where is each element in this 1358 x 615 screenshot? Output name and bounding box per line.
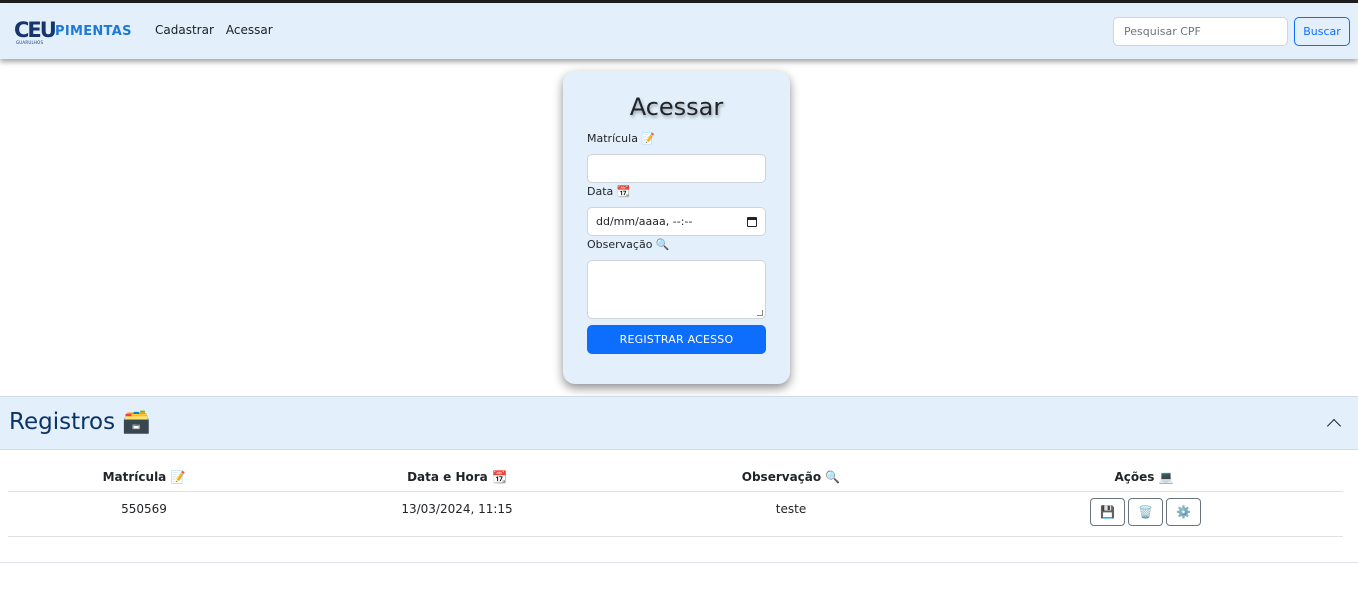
column-header-observacao: Observação 🔍 <box>741 470 841 484</box>
nav-link-acessar[interactable]: Acessar <box>226 23 273 37</box>
observacao-label: Observação 🔍 <box>587 238 670 251</box>
table-header: Matrícula 📝 Data e Hora 📆 Observação 🔍 A… <box>8 460 1343 492</box>
data-datetime-input[interactable]: dd/mm/aaaa, --:-- <box>587 207 766 236</box>
registros-accordion-header[interactable]: Registros 🗃️ <box>0 396 1358 450</box>
settings-button[interactable]: ⚙️ <box>1166 498 1201 526</box>
cell-matricula: 550569 <box>121 502 167 516</box>
column-header-matricula: Matrícula 📝 <box>102 470 186 484</box>
form-title: Acessar <box>629 93 724 121</box>
column-header-data-hora: Data e Hora 📆 <box>407 470 507 484</box>
trash-icon: 🗑️ <box>1138 505 1153 519</box>
registros-table: Matrícula 📝 Data e Hora 📆 Observação 🔍 A… <box>8 460 1343 537</box>
matricula-input[interactable] <box>587 154 766 183</box>
search-button[interactable]: Buscar <box>1294 17 1350 46</box>
resize-grip-icon[interactable] <box>757 310 763 316</box>
cell-observacao: teste <box>775 502 807 516</box>
logo-word: PIMENTAS <box>55 24 132 39</box>
access-form-card: Acessar Matrícula 📝 Data 📆 dd/mm/aaaa, -… <box>563 71 790 384</box>
delete-button[interactable]: 🗑️ <box>1128 498 1163 526</box>
data-label: Data 📆 <box>587 185 631 198</box>
logo-mark: CEU <box>14 18 57 42</box>
matricula-label: Matrícula 📝 <box>587 132 656 145</box>
logo[interactable]: CEU PIMENTAS GUARULHOS <box>14 18 131 45</box>
row-actions: 💾 🗑️ ⚙️ <box>1090 498 1201 526</box>
cell-data-hora: 13/03/2024, 11:15 <box>401 502 513 516</box>
save-button[interactable]: 💾 <box>1090 498 1125 526</box>
floppy-disk-icon: 💾 <box>1100 505 1115 519</box>
chevron-up-icon[interactable] <box>1326 418 1342 434</box>
gear-icon: ⚙️ <box>1176 505 1191 519</box>
nav-link-cadastrar[interactable]: Cadastrar <box>155 23 214 37</box>
logo-subtitle: GUARULHOS <box>16 40 44 45</box>
search-cpf-input[interactable] <box>1113 17 1288 46</box>
table-row: 550569 13/03/2024, 11:15 teste 💾 🗑️ ⚙️ <box>8 492 1343 537</box>
registrar-acesso-button[interactable]: REGISTRAR ACESSO <box>587 325 766 354</box>
navbar: CEU PIMENTAS GUARULHOS Cadastrar Acessar… <box>0 3 1358 59</box>
column-header-acoes: Ações 💻 <box>1114 470 1174 484</box>
nav-links: Cadastrar Acessar <box>155 23 273 37</box>
registros-title: Registros 🗃️ <box>9 409 152 435</box>
divider <box>0 562 1358 563</box>
data-placeholder: dd/mm/aaaa, --:-- <box>596 215 693 228</box>
observacao-textarea[interactable] <box>587 260 766 319</box>
calendar-icon[interactable] <box>747 216 757 227</box>
